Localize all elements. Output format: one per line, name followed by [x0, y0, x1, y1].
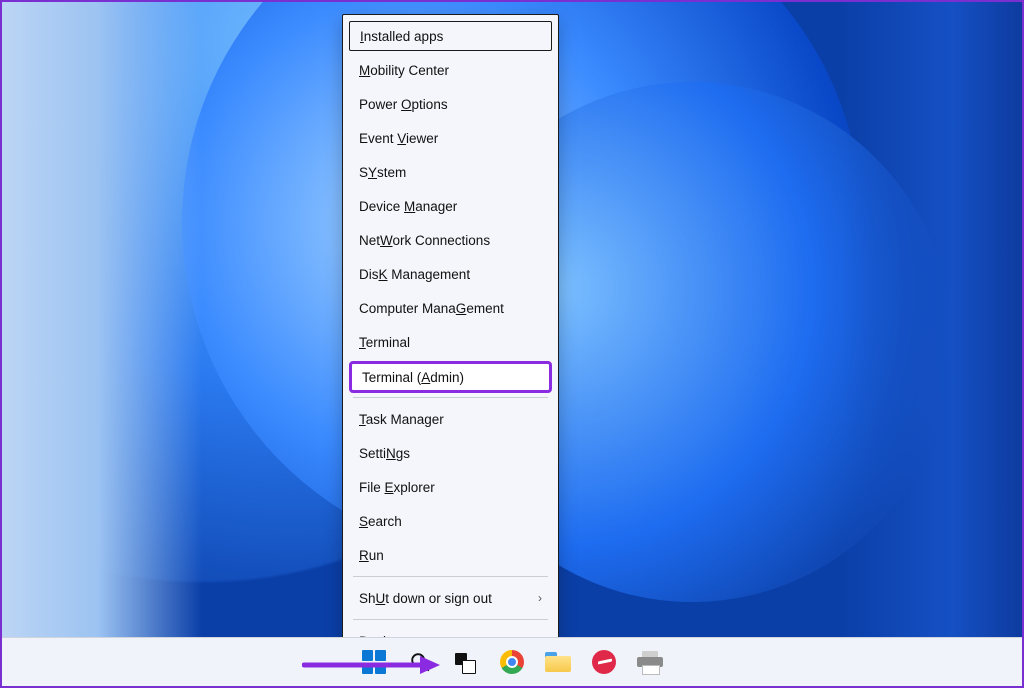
menu-item-label: Task Manager — [359, 412, 444, 427]
menu-item-installed-apps[interactable]: Installed apps — [349, 21, 552, 51]
menu-item-event-viewer[interactable]: Event Viewer — [343, 121, 558, 155]
desktop-wallpaper: Installed apps Mobility Center Power Optio… — [2, 2, 1022, 638]
printer-icon — [637, 651, 663, 673]
menu-item-label: File Explorer — [359, 480, 435, 495]
menu-item-shut-down-or-sign-out[interactable]: ShUt down or sign out › — [343, 581, 558, 615]
printer-app[interactable] — [636, 648, 664, 676]
menu-item-label: DisK Management — [359, 267, 470, 282]
windows-logo-icon — [362, 650, 386, 674]
menu-item-file-explorer[interactable]: File Explorer — [343, 470, 558, 504]
menu-item-label: Search — [359, 514, 402, 529]
menu-item-label: Event Viewer — [359, 131, 438, 146]
winx-context-menu: Installed apps Mobility Center Power Optio… — [342, 14, 559, 638]
menu-item-label: Power Options — [359, 97, 448, 112]
menu-item-label: NetWork Connections — [359, 233, 490, 248]
menu-item-label: Run — [359, 548, 384, 563]
menu-item-label: SettiNgs — [359, 446, 410, 461]
menu-item-system[interactable]: SYstem — [343, 155, 558, 189]
menu-item-computer-management[interactable]: Computer ManaGement — [343, 291, 558, 325]
menu-item-label: Terminal — [359, 335, 410, 350]
menu-item-mobility-center[interactable]: Mobility Center — [343, 53, 558, 87]
menu-item-disk-management[interactable]: DisK Management — [343, 257, 558, 291]
menu-item-label: SYstem — [359, 165, 406, 180]
file-explorer-app[interactable] — [544, 648, 572, 676]
menu-separator — [353, 397, 548, 398]
task-view-button[interactable] — [452, 648, 480, 676]
menu-item-network-connections[interactable]: NetWork Connections — [343, 223, 558, 257]
menu-item-settings[interactable]: SettiNgs — [343, 436, 558, 470]
menu-item-label: Mobility Center — [359, 63, 449, 78]
menu-item-device-manager[interactable]: Device Manager — [343, 189, 558, 223]
folder-icon — [545, 652, 571, 672]
taskbar — [2, 637, 1022, 686]
start-button[interactable] — [360, 648, 388, 676]
menu-item-label: Installed apps — [360, 29, 443, 44]
menu-item-label: Terminal (Admin) — [362, 370, 464, 385]
menu-item-search[interactable]: Search — [343, 504, 558, 538]
menu-separator — [353, 576, 548, 577]
menu-item-terminal[interactable]: Terminal — [343, 325, 558, 359]
menu-item-label: Computer ManaGement — [359, 301, 504, 316]
task-view-icon — [455, 651, 477, 673]
menu-item-desktop[interactable]: Desktop — [343, 624, 558, 638]
red-circle-icon — [592, 650, 616, 674]
red-circle-app[interactable] — [590, 648, 618, 676]
menu-item-label: ShUt down or sign out — [359, 591, 492, 606]
menu-item-run[interactable]: Run — [343, 538, 558, 572]
search-button[interactable] — [406, 648, 434, 676]
chevron-right-icon: › — [538, 591, 542, 605]
chrome-icon — [500, 650, 524, 674]
menu-item-terminal-admin[interactable]: Terminal (Admin) — [349, 361, 552, 393]
search-icon — [409, 651, 431, 673]
menu-item-power-options[interactable]: Power Options — [343, 87, 558, 121]
menu-item-task-manager[interactable]: Task Manager — [343, 402, 558, 436]
menu-separator — [353, 619, 548, 620]
chrome-app[interactable] — [498, 648, 526, 676]
menu-item-label: Device Manager — [359, 199, 457, 214]
